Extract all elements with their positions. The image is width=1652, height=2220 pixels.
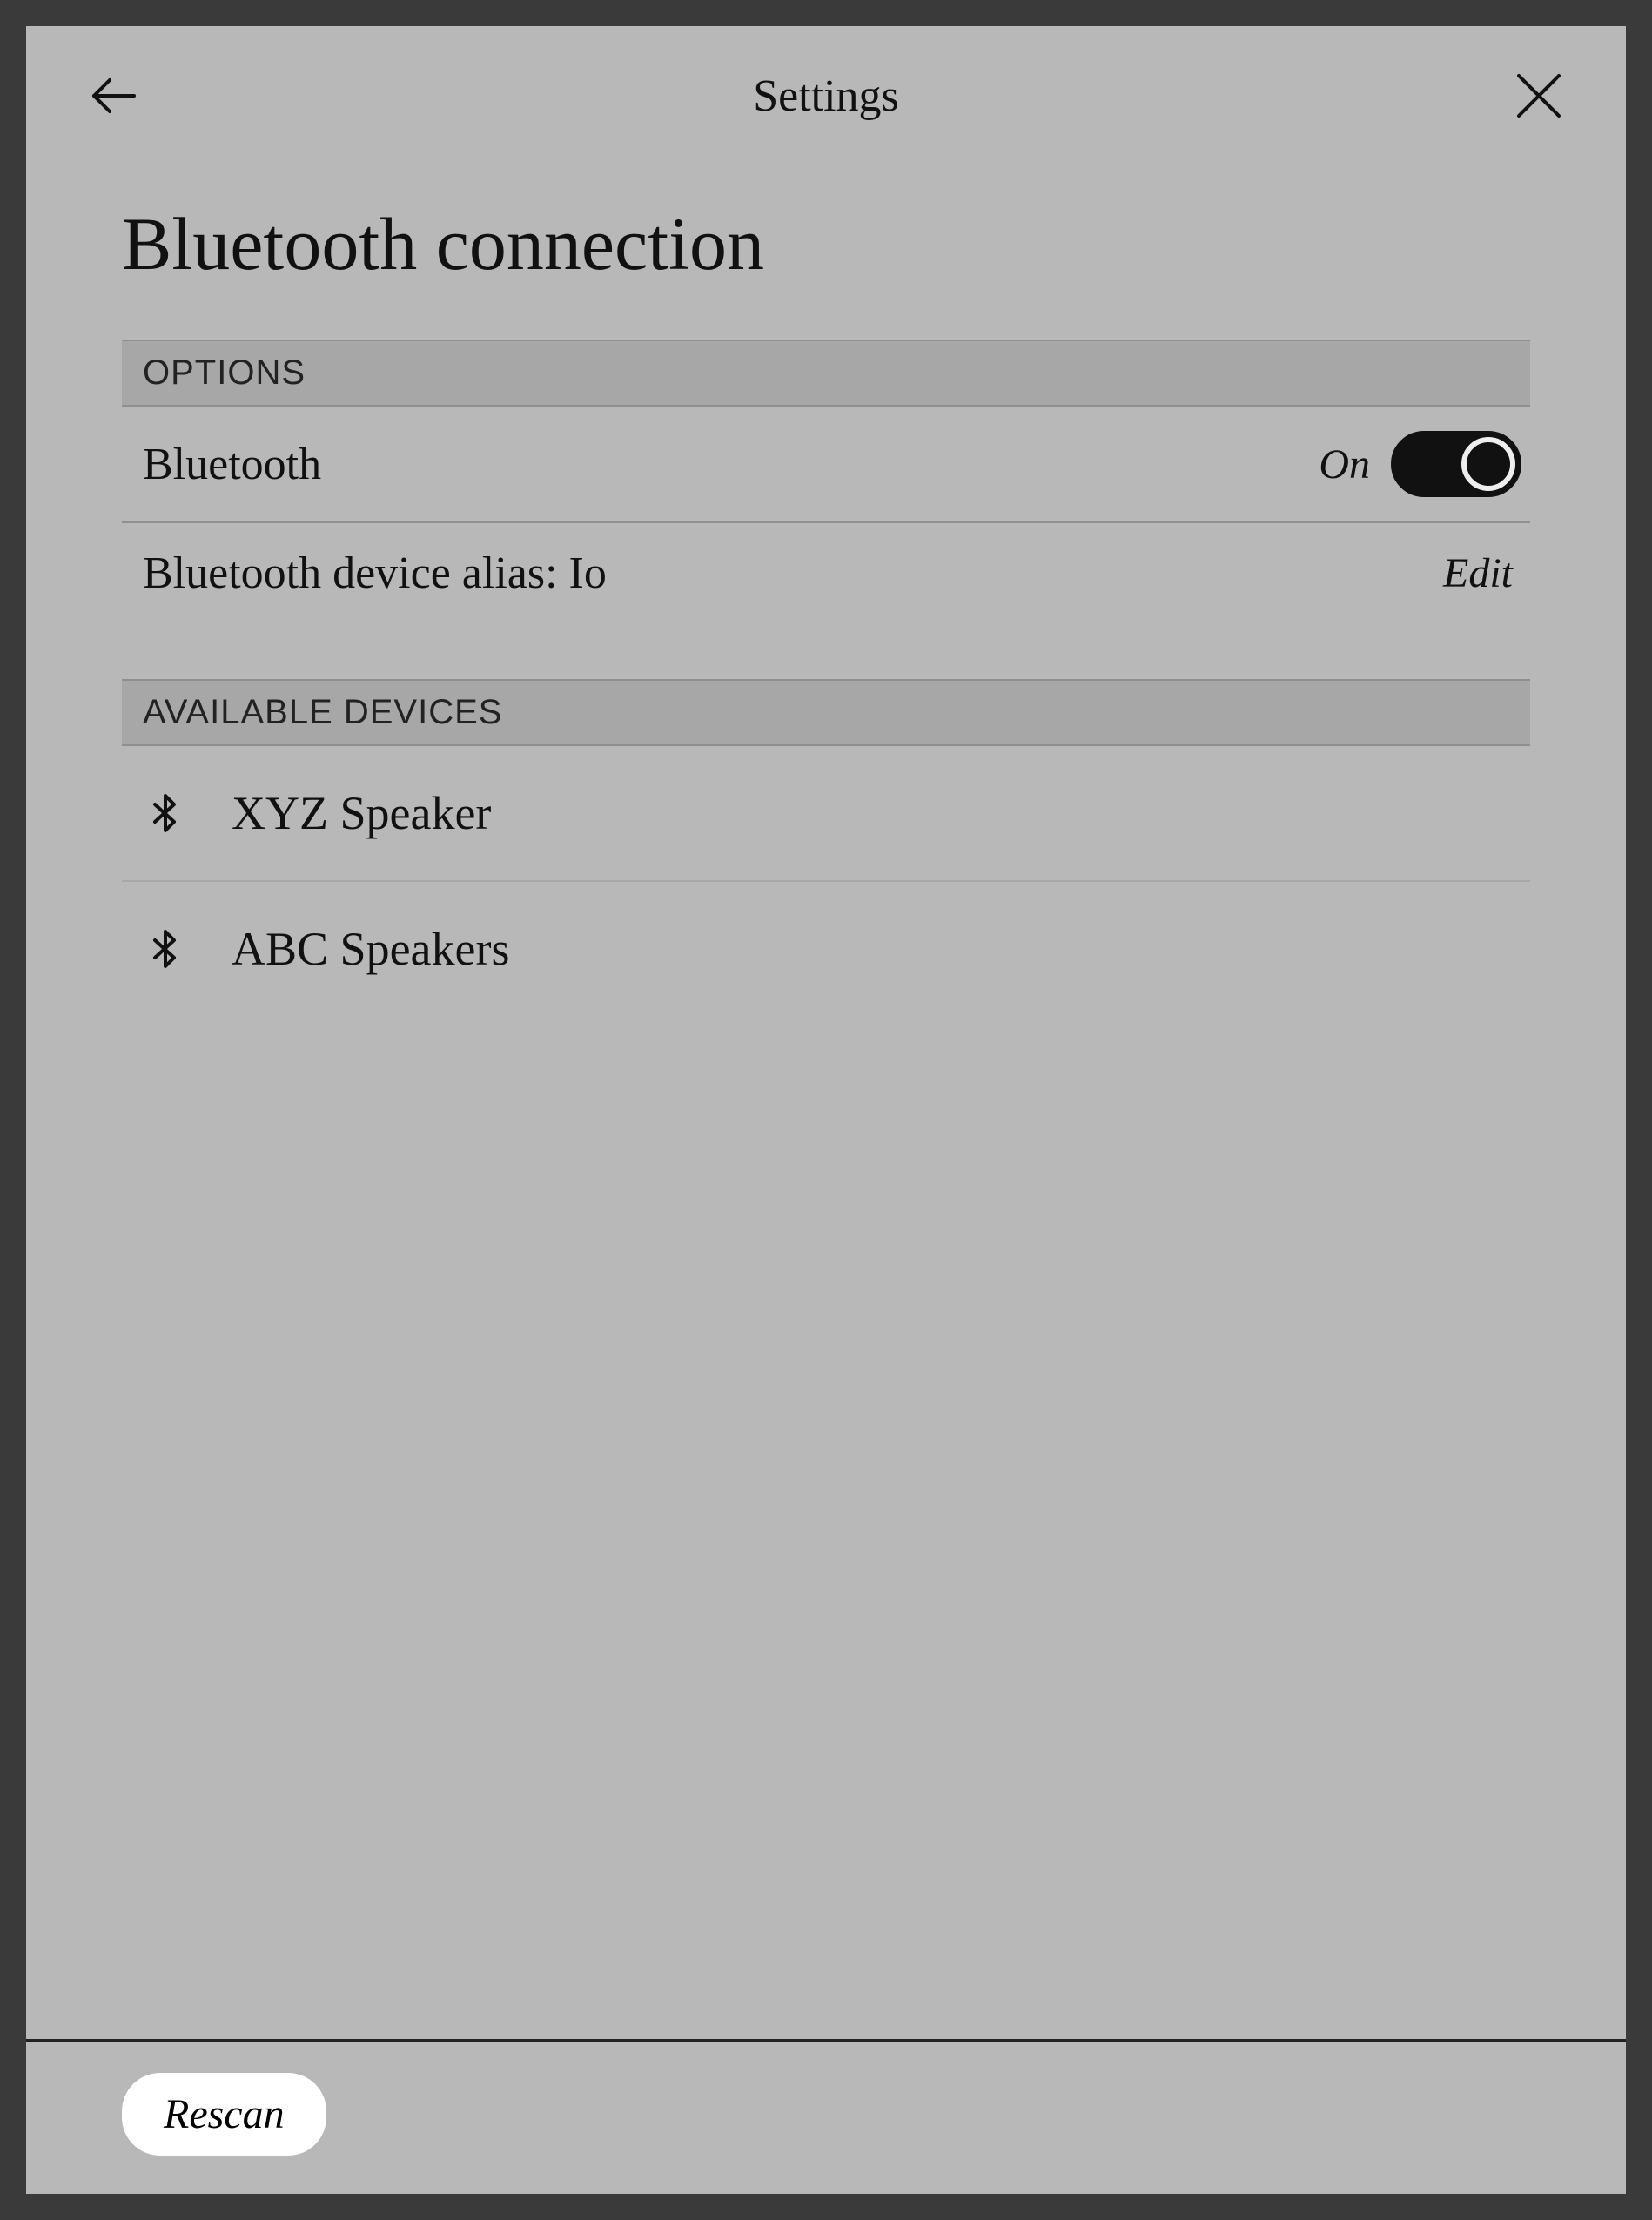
alias-prefix: Bluetooth device alias: xyxy=(143,548,569,598)
device-frame: Settings Bluetooth connection OPTIONS Bl… xyxy=(0,0,1652,2220)
bluetooth-toggle-row[interactable]: Bluetooth On xyxy=(122,407,1530,523)
back-button[interactable] xyxy=(78,61,148,131)
bluetooth-label: Bluetooth xyxy=(143,439,321,490)
bluetooth-toggle[interactable] xyxy=(1391,431,1521,497)
spacer xyxy=(122,623,1530,679)
bluetooth-state-label: On xyxy=(1319,441,1370,488)
back-arrow-icon xyxy=(85,68,141,124)
alias-row[interactable]: Bluetooth device alias: Io Edit xyxy=(122,523,1530,623)
device-list: XYZ Speaker ABC Speakers xyxy=(122,746,1530,1016)
bluetooth-icon xyxy=(148,928,183,970)
device-name: XYZ Speaker xyxy=(232,786,491,840)
device-name: ABC Speakers xyxy=(232,922,509,976)
screen: Settings Bluetooth connection OPTIONS Bl… xyxy=(26,26,1626,2194)
rescan-button[interactable]: Rescan xyxy=(122,2073,326,2156)
toggle-knob xyxy=(1461,437,1515,491)
content-area: Bluetooth connection OPTIONS Bluetooth O… xyxy=(26,157,1626,2039)
device-row[interactable]: XYZ Speaker xyxy=(122,746,1530,882)
section-header-options: OPTIONS xyxy=(122,340,1530,407)
bluetooth-toggle-group: On xyxy=(1319,431,1521,497)
alias-label: Bluetooth device alias: Io xyxy=(143,548,607,599)
header-title: Settings xyxy=(148,71,1504,122)
bluetooth-icon xyxy=(148,792,183,834)
edit-alias-button[interactable]: Edit xyxy=(1443,549,1521,597)
page-title: Bluetooth connection xyxy=(122,200,1530,287)
alias-value: Io xyxy=(569,548,607,598)
footer-bar: Rescan xyxy=(26,2039,1626,2194)
close-button[interactable] xyxy=(1504,61,1574,131)
section-header-available: AVAILABLE DEVICES xyxy=(122,679,1530,746)
close-icon xyxy=(1514,71,1564,121)
top-bar: Settings xyxy=(26,26,1626,157)
device-row[interactable]: ABC Speakers xyxy=(122,882,1530,1016)
